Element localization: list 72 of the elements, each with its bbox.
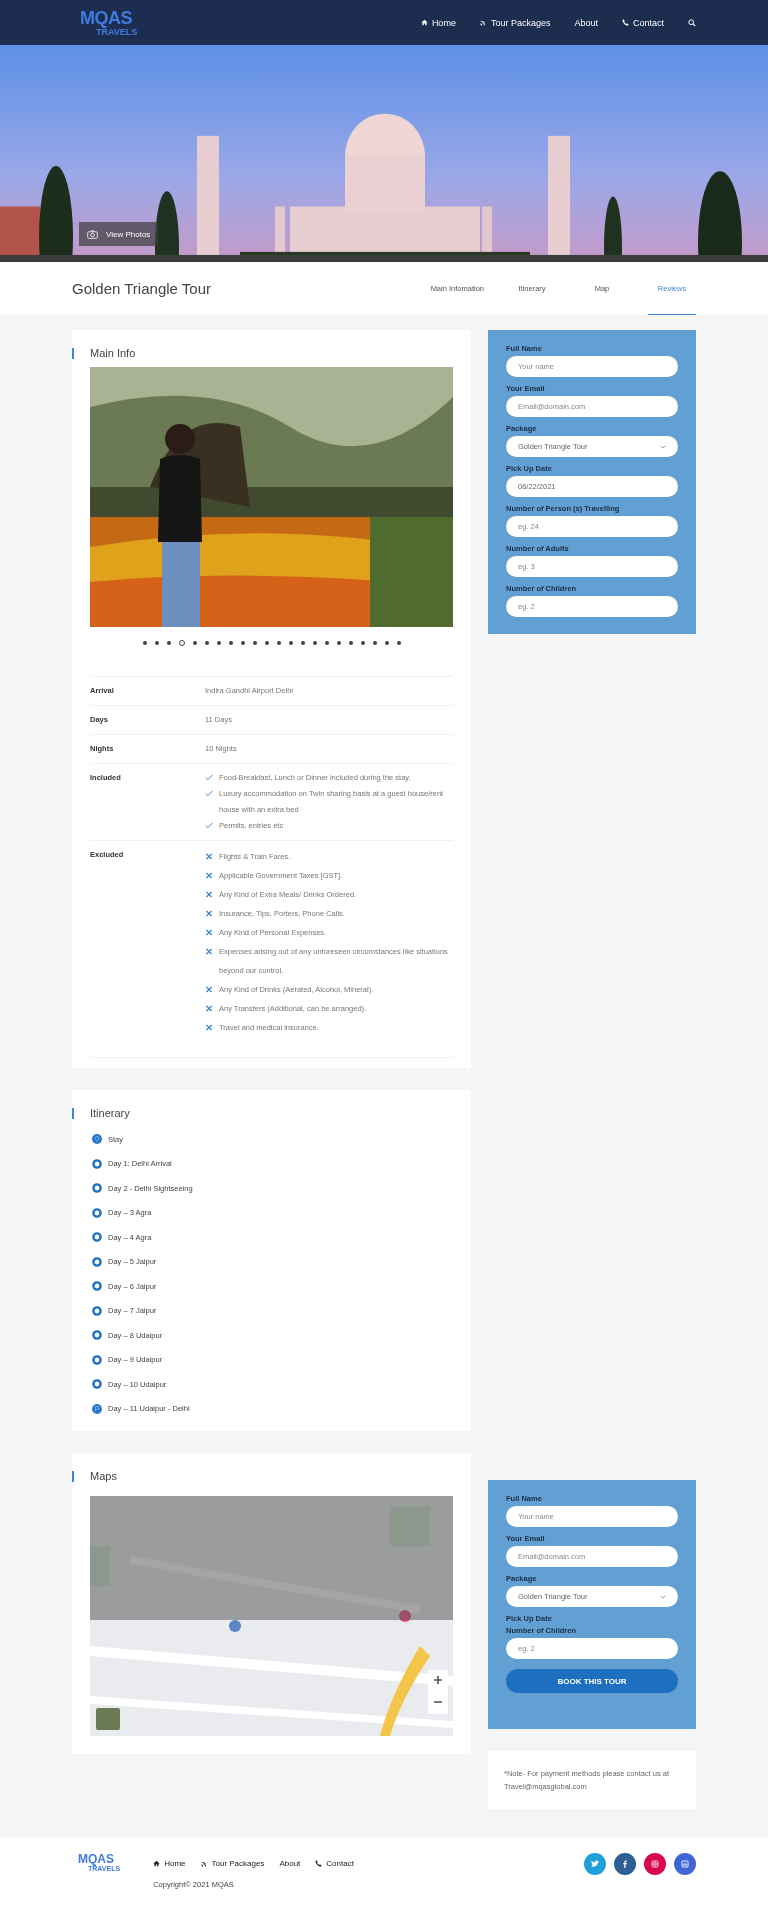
footer-link[interactable]: Contact bbox=[315, 1859, 354, 1868]
carousel-dot[interactable] bbox=[166, 641, 171, 645]
cross-icon bbox=[205, 1005, 213, 1012]
search-icon[interactable] bbox=[688, 18, 696, 27]
carousel-dot[interactable] bbox=[264, 641, 269, 645]
section-title: Maps bbox=[72, 1471, 453, 1482]
carousel-dot[interactable] bbox=[178, 640, 185, 646]
phone-icon bbox=[315, 1860, 323, 1867]
view-photos-button[interactable]: View Photos bbox=[79, 222, 159, 246]
home-icon bbox=[153, 1860, 161, 1867]
ring-icon bbox=[92, 1183, 102, 1194]
carousel-dot[interactable] bbox=[300, 641, 305, 645]
ring-icon bbox=[92, 1305, 102, 1316]
footer-link[interactable]: About bbox=[279, 1859, 301, 1868]
section-title: Main Info bbox=[72, 348, 453, 359]
carousel-dot[interactable] bbox=[336, 641, 341, 645]
carousel-dot[interactable] bbox=[348, 641, 353, 645]
carousel-dot[interactable] bbox=[384, 641, 389, 645]
cross-icon bbox=[205, 986, 213, 993]
nav-link[interactable]: Contact bbox=[621, 17, 664, 28]
plus-icon bbox=[433, 1675, 443, 1685]
ring-icon bbox=[92, 1354, 102, 1365]
section-title: Itinerary bbox=[72, 1108, 453, 1119]
carousel-dot[interactable] bbox=[252, 641, 257, 645]
cross-icon bbox=[205, 948, 213, 955]
carousel-dot[interactable] bbox=[192, 641, 197, 645]
bird-icon[interactable] bbox=[584, 1853, 606, 1875]
ring-icon bbox=[92, 1158, 102, 1169]
carousel-dot[interactable] bbox=[204, 641, 209, 645]
cross-icon bbox=[205, 891, 213, 898]
ring-icon bbox=[92, 1379, 102, 1390]
footer-link[interactable]: Home bbox=[153, 1859, 186, 1868]
chevron-icon bbox=[660, 444, 666, 449]
carousel-dot[interactable] bbox=[360, 641, 365, 645]
carousel-dot[interactable] bbox=[396, 641, 401, 645]
carousel-dot[interactable] bbox=[324, 641, 329, 645]
ring-icon bbox=[92, 1207, 102, 1218]
pin-icon bbox=[92, 1134, 102, 1145]
ring-icon bbox=[92, 1256, 102, 1267]
home-icon bbox=[420, 19, 428, 26]
carousel-dot[interactable] bbox=[228, 641, 233, 645]
phone-icon bbox=[621, 19, 629, 26]
camera-icon bbox=[87, 229, 98, 239]
camera-icon[interactable] bbox=[644, 1853, 666, 1875]
check-icon bbox=[205, 790, 213, 797]
cross-icon bbox=[205, 910, 213, 917]
check-icon bbox=[205, 774, 213, 781]
carousel-dot[interactable] bbox=[142, 641, 147, 645]
footer-link[interactable]: Tour Packages bbox=[200, 1859, 265, 1868]
nav-link[interactable]: Home bbox=[420, 17, 456, 28]
carousel-dot[interactable] bbox=[312, 641, 317, 645]
cross-icon bbox=[205, 929, 213, 936]
ring-icon bbox=[92, 1281, 102, 1292]
carousel-dot[interactable] bbox=[276, 641, 281, 645]
cross-icon bbox=[205, 853, 213, 860]
ring-icon bbox=[92, 1330, 102, 1341]
book-tour-button[interactable]: BOOK THIS TOUR bbox=[506, 1669, 678, 1693]
chevron-icon bbox=[660, 1594, 666, 1599]
cross-icon bbox=[205, 872, 213, 879]
linkedin-icon[interactable] bbox=[674, 1853, 696, 1875]
facebook-icon[interactable] bbox=[614, 1853, 636, 1875]
tour-title: Golden Triangle Tour bbox=[72, 280, 211, 297]
cross-icon bbox=[205, 1024, 213, 1031]
ring-icon bbox=[92, 1232, 102, 1243]
carousel-dot[interactable] bbox=[240, 641, 245, 645]
carousel-dot[interactable] bbox=[216, 641, 221, 645]
carousel-dot[interactable] bbox=[154, 641, 159, 645]
nav-link[interactable]: About bbox=[574, 17, 598, 28]
carousel-dot[interactable] bbox=[288, 641, 293, 645]
nav-link[interactable]: Tour Packages bbox=[479, 17, 551, 28]
check-icon bbox=[205, 822, 213, 829]
carousel-dot[interactable] bbox=[372, 641, 377, 645]
